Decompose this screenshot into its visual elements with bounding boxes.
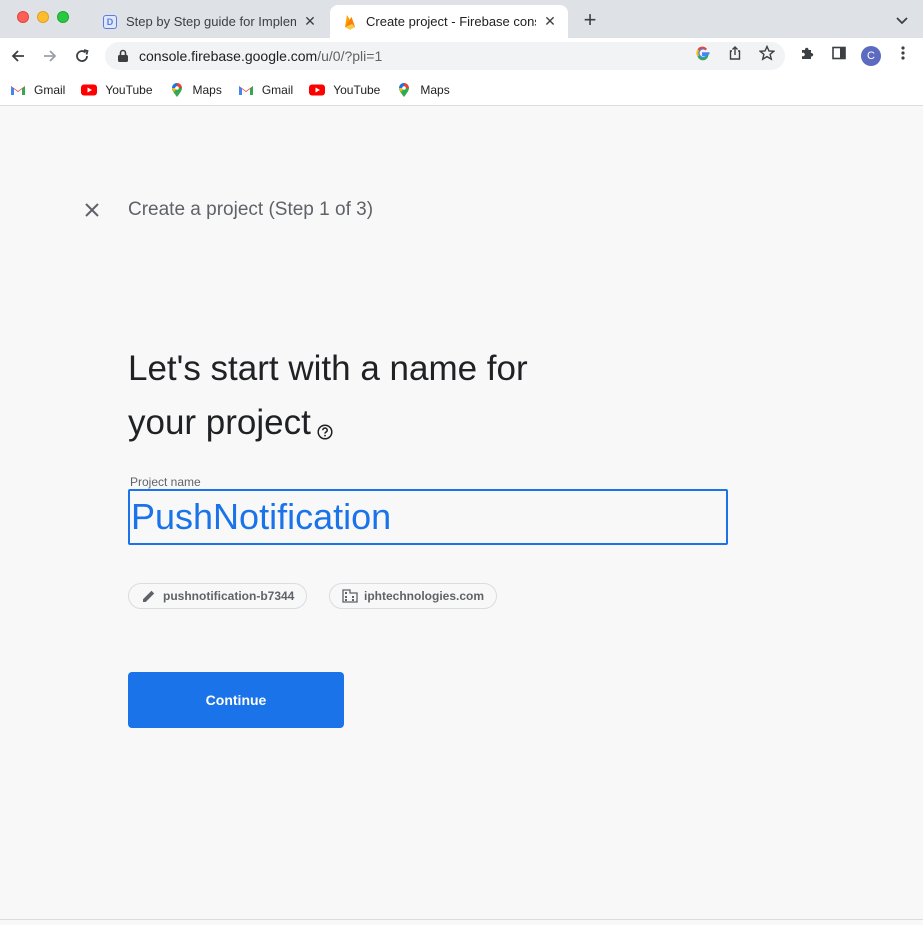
bookmark-label: Gmail bbox=[34, 82, 66, 97]
youtube-icon bbox=[309, 82, 326, 98]
bottom-divider bbox=[0, 919, 923, 920]
profile-avatar[interactable]: C bbox=[861, 46, 881, 66]
reload-icon[interactable] bbox=[70, 44, 94, 68]
bookmark-youtube[interactable]: YouTube bbox=[309, 82, 380, 98]
forward-arrow-icon[interactable] bbox=[38, 44, 62, 68]
step-title: Create a project (Step 1 of 3) bbox=[128, 199, 374, 220]
lock-icon[interactable] bbox=[117, 49, 129, 63]
side-panel-icon[interactable] bbox=[830, 44, 848, 62]
star-icon[interactable] bbox=[758, 44, 776, 62]
project-name-field[interactable] bbox=[128, 489, 728, 545]
project-id-text: pushnotification-b7344 bbox=[163, 589, 295, 603]
tab-step-guide[interactable]: D Step by Step guide for Impleme ✕ bbox=[90, 5, 328, 38]
url-host: console.firebase.google.com bbox=[139, 48, 318, 64]
new-tab-button[interactable]: + bbox=[578, 9, 602, 33]
tab-close-icon[interactable]: ✕ bbox=[302, 13, 318, 30]
bookmark-maps[interactable]: Maps bbox=[396, 82, 450, 98]
firebase-create-project-page: Create a project (Step 1 of 3) Let's sta… bbox=[0, 107, 923, 919]
bookmark-maps[interactable]: Maps bbox=[169, 82, 222, 98]
google-icon[interactable] bbox=[694, 44, 712, 62]
bookmark-label: YouTube bbox=[333, 82, 381, 97]
organization-text: iphtechnologies.com bbox=[364, 589, 485, 603]
back-arrow-icon[interactable] bbox=[6, 44, 30, 68]
maps-icon bbox=[169, 82, 185, 98]
gmail-icon bbox=[238, 82, 254, 98]
business-building-icon bbox=[342, 588, 358, 604]
edit-pencil-icon bbox=[141, 588, 157, 604]
project-name-input[interactable] bbox=[131, 496, 726, 538]
bookmark-gmail[interactable]: Gmail bbox=[238, 82, 293, 98]
close-icon[interactable] bbox=[82, 200, 102, 220]
more-vert-icon[interactable] bbox=[894, 44, 912, 62]
tab-firebase-create-project[interactable]: Create project - Firebase conso ✕ bbox=[330, 5, 568, 38]
firebase-flame-icon bbox=[342, 14, 358, 30]
bookmark-label: Maps bbox=[420, 82, 450, 97]
project-id-chip[interactable]: pushnotification-b7344 bbox=[128, 583, 308, 609]
page-headline: Let's start with a name for your project bbox=[128, 342, 598, 450]
document-d-icon: D bbox=[102, 14, 118, 30]
url-text: console.firebase.google.com/u/0/?pli=1 bbox=[139, 48, 382, 64]
tab-close-icon[interactable]: ✕ bbox=[542, 13, 558, 30]
tab-search-chevron-icon[interactable] bbox=[893, 11, 911, 29]
project-name-label: Project name bbox=[130, 475, 201, 489]
maps-icon bbox=[396, 82, 412, 98]
continue-button[interactable]: Continue bbox=[128, 672, 344, 728]
tab-title: Step by Step guide for Impleme bbox=[126, 14, 296, 29]
bookmark-gmail[interactable]: Gmail bbox=[10, 82, 65, 98]
share-icon[interactable] bbox=[726, 44, 744, 62]
bookmark-label: YouTube bbox=[105, 82, 153, 97]
extensions-puzzle-icon[interactable] bbox=[798, 44, 816, 62]
bookmark-label: Maps bbox=[192, 82, 222, 97]
bookmarks-bar: Gmail YouTube Maps Gmail YouTube Maps bbox=[0, 74, 923, 106]
window-close-button[interactable] bbox=[17, 11, 29, 23]
gmail-icon bbox=[10, 82, 26, 98]
tab-strip: D Step by Step guide for Impleme ✕ Creat… bbox=[0, 0, 923, 38]
window-minimize-button[interactable] bbox=[37, 11, 49, 23]
url-path: /u/0/?pli=1 bbox=[317, 48, 383, 64]
tab-title: Create project - Firebase conso bbox=[366, 14, 536, 29]
bookmark-label: Gmail bbox=[261, 82, 294, 97]
address-bar[interactable]: console.firebase.google.com/u/0/?pli=1 bbox=[105, 42, 785, 70]
organization-chip[interactable]: iphtechnologies.com bbox=[329, 583, 498, 609]
browser-toolbar: console.firebase.google.com/u/0/?pli=1 C bbox=[0, 38, 923, 74]
window-zoom-button[interactable] bbox=[57, 11, 69, 23]
bookmark-youtube[interactable]: YouTube bbox=[81, 82, 153, 98]
youtube-icon bbox=[81, 82, 98, 98]
help-icon[interactable] bbox=[317, 402, 333, 440]
